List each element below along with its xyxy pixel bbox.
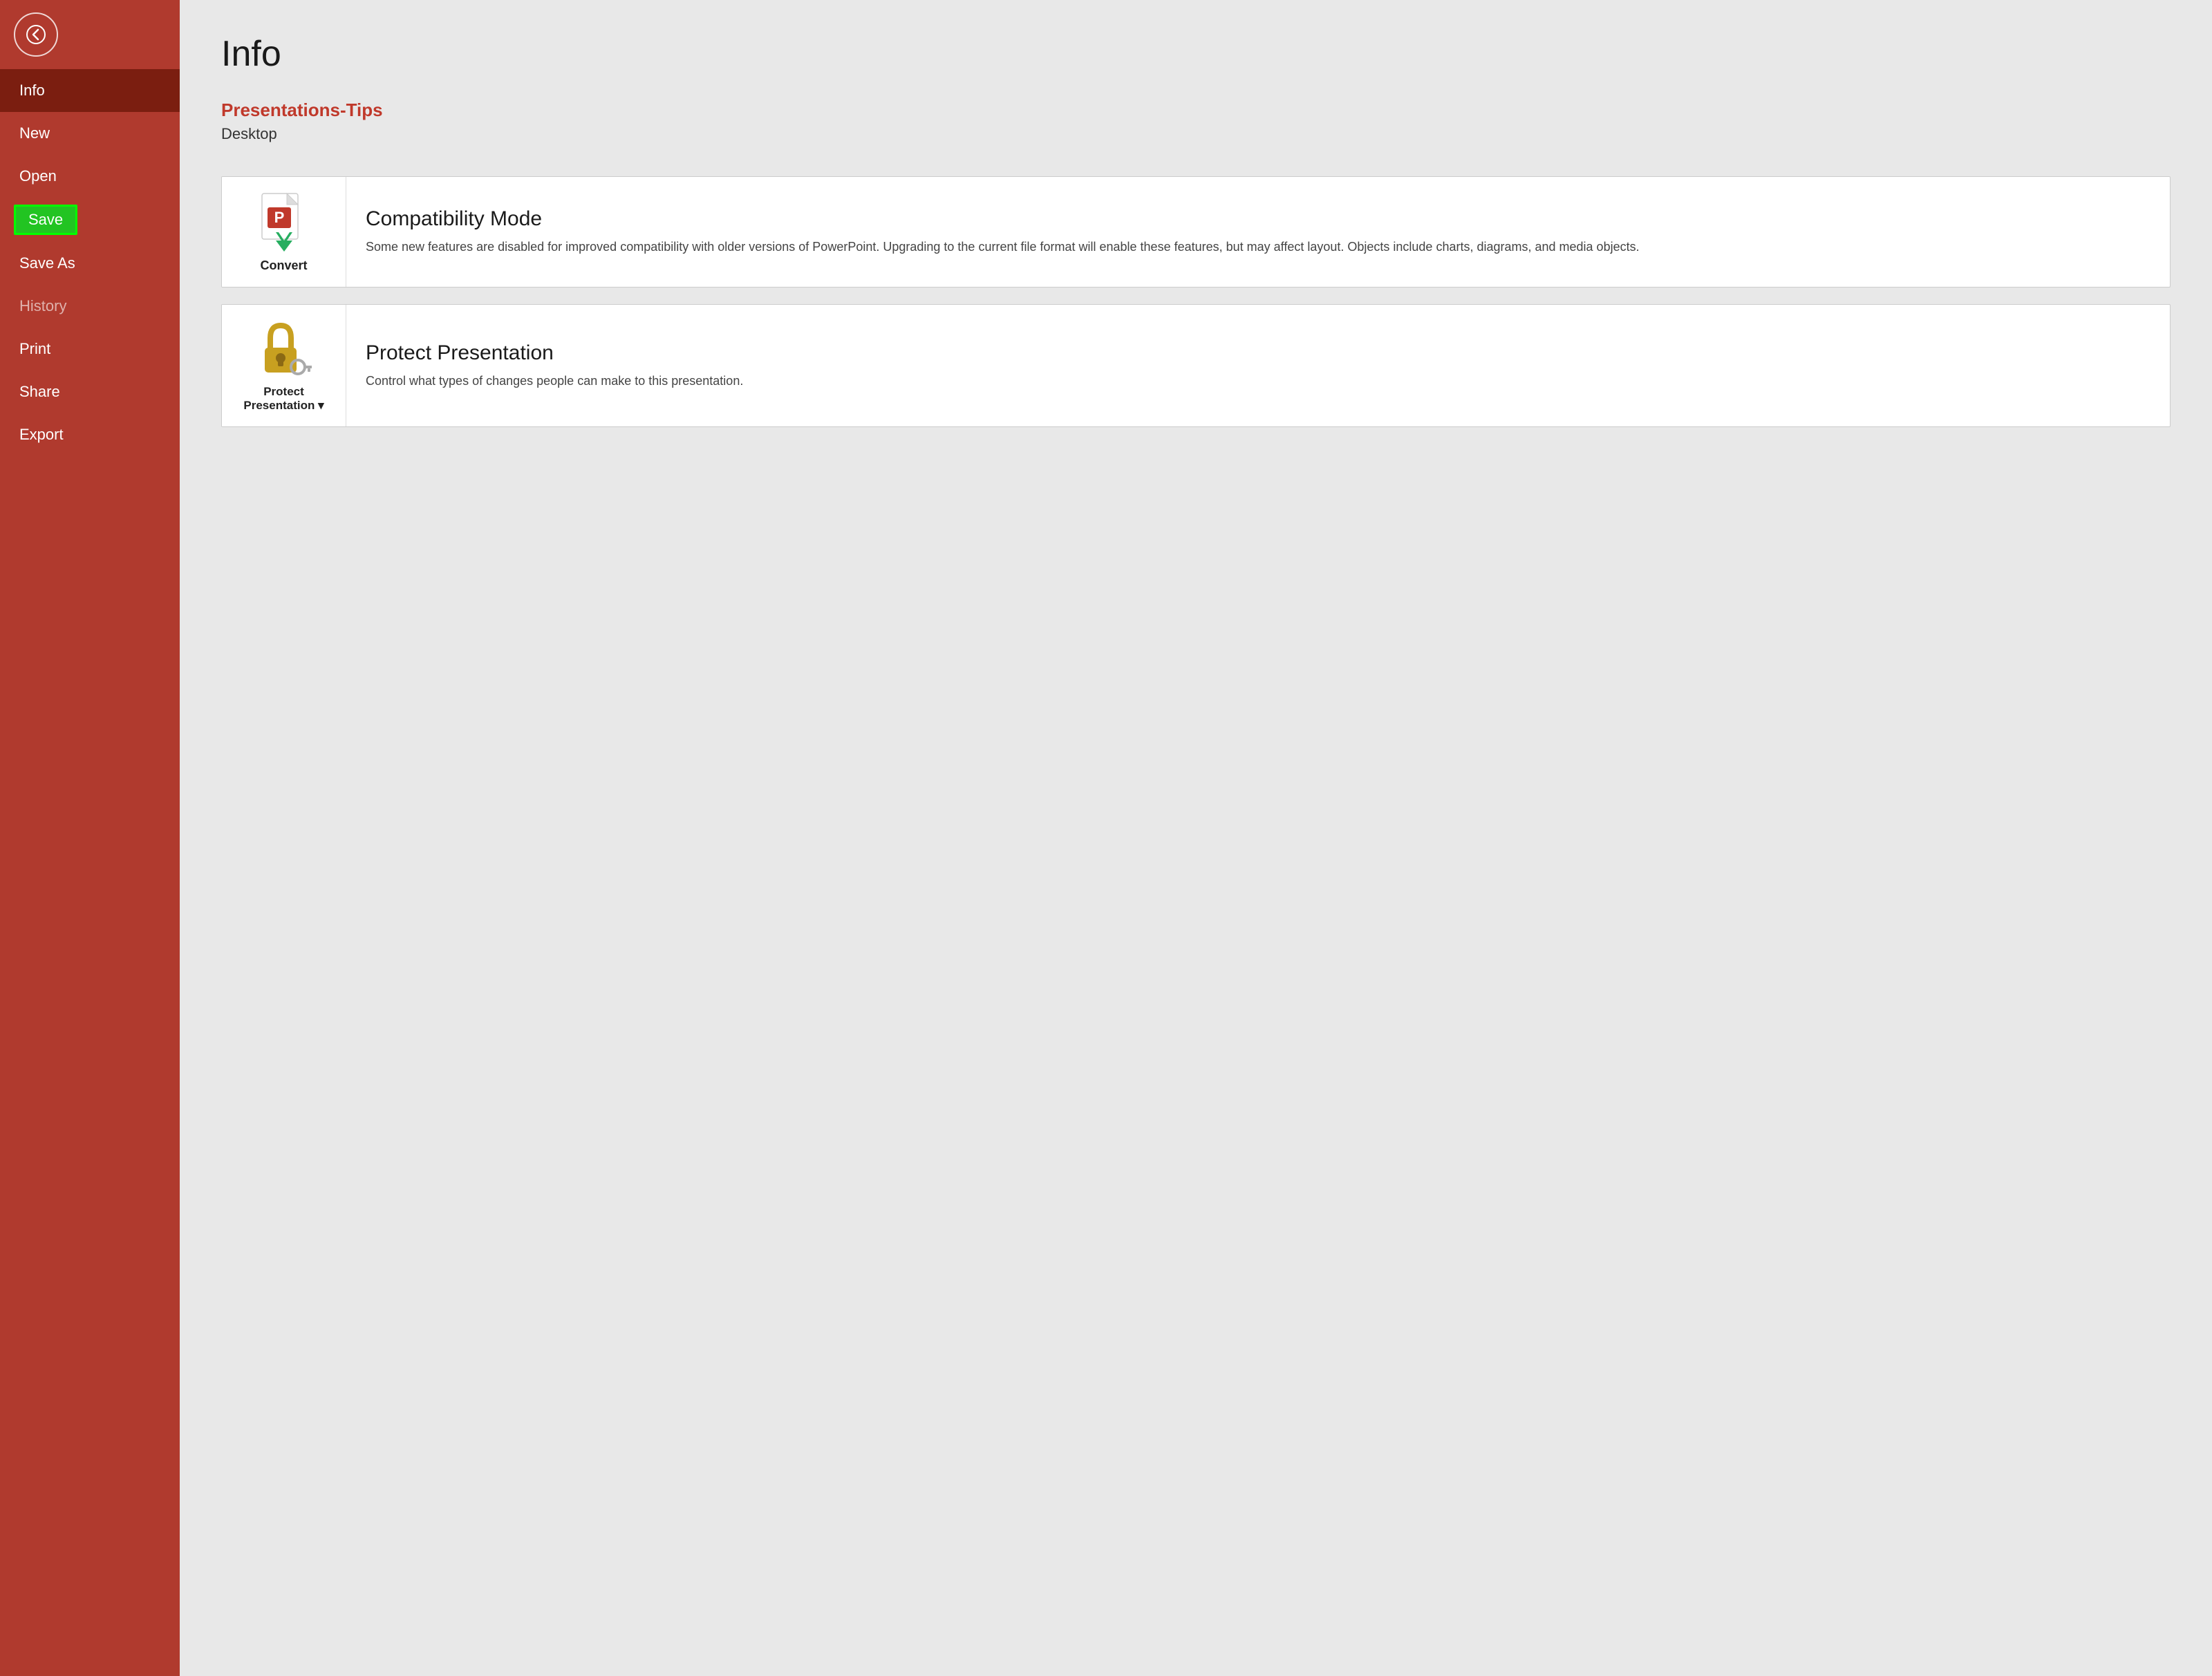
protect-card-title: Protect Presentation [366,341,743,365]
back-button[interactable] [14,12,58,57]
sidebar-item-save[interactable]: Save [0,198,180,242]
sidebar-item-open[interactable]: Open [0,155,180,198]
sidebar-item-info[interactable]: Info [0,69,180,112]
convert-card-description: Some new features are disabled for impro… [366,238,1640,256]
protect-card: Protect Presentation ▾ Protect Presentat… [221,304,2171,427]
sidebar-item-export[interactable]: Export [0,413,180,456]
sidebar-item-share[interactable]: Share [0,370,180,413]
sidebar-item-save-as[interactable]: Save As [0,242,180,285]
convert-icon-label: Convert [260,258,307,273]
protect-card-description: Control what types of changes people can… [366,372,743,390]
protect-icon-label: Protect Presentation ▾ [243,385,324,413]
sidebar-item-history[interactable]: History [0,285,180,328]
convert-card: P Convert Compatibility Mode Some new fe… [221,176,2171,288]
convert-icon: P [256,191,312,252]
page-title: Info [221,33,2171,75]
sidebar: Info New Open Save Save As History Print… [0,0,180,1676]
svg-text:P: P [274,209,284,226]
protect-icon [256,319,312,379]
sidebar-item-new[interactable]: New [0,112,180,155]
save-highlight-box: Save [14,205,77,235]
convert-text-area: Compatibility Mode Some new features are… [346,177,1659,287]
convert-icon-area[interactable]: P Convert [222,177,346,287]
protect-icon-area[interactable]: Protect Presentation ▾ [222,305,346,426]
main-content: Info Presentations-Tips Desktop P Conver… [180,0,2212,1676]
convert-card-title: Compatibility Mode [366,207,1640,231]
file-location: Desktop [221,125,2171,143]
nav-items: Info New Open Save Save As History Print… [0,69,180,1676]
back-button-area [0,0,180,69]
sidebar-item-print[interactable]: Print [0,328,180,370]
protect-text-area: Protect Presentation Control what types … [346,305,762,426]
file-name: Presentations-Tips [221,100,2171,121]
back-arrow-icon [26,25,46,44]
